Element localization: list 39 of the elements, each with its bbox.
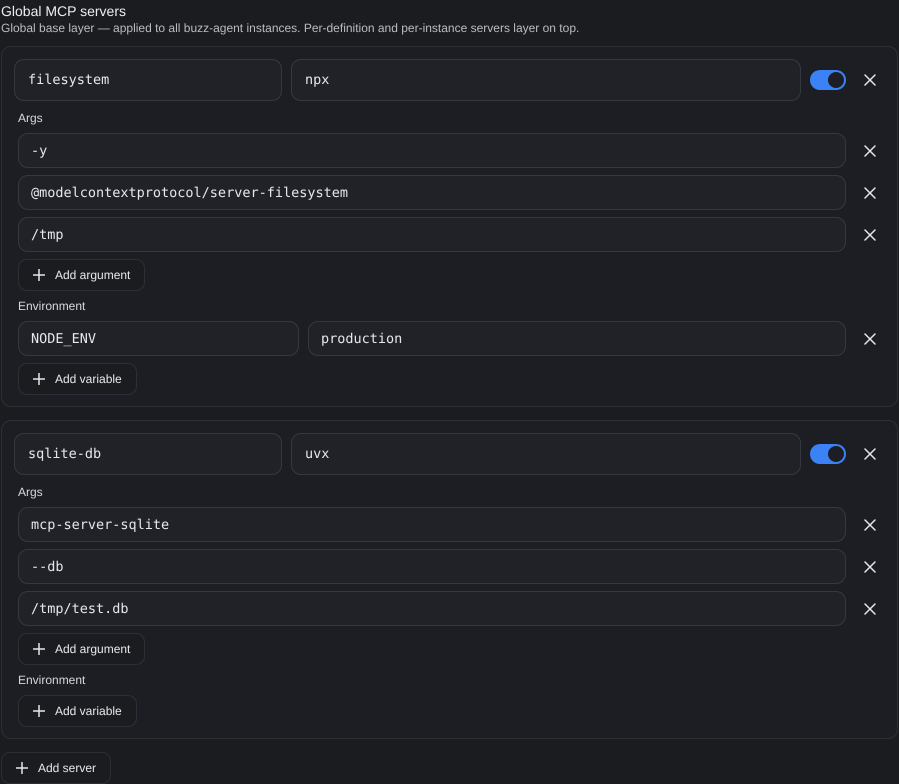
env-key-field[interactable]: NODE_ENV — [18, 321, 299, 356]
server-name-field[interactable]: sqlite-db — [14, 433, 282, 475]
command-field[interactable]: uvx — [291, 433, 801, 475]
add-server-button[interactable]: Add server — [1, 752, 112, 784]
env-value-field[interactable]: production — [308, 321, 846, 356]
add-variable-button[interactable]: Add variable — [18, 363, 137, 395]
close-icon — [864, 144, 876, 156]
close-icon — [864, 518, 876, 530]
close-icon — [864, 448, 876, 460]
plus-icon — [33, 643, 45, 655]
environment-label: Environment — [18, 672, 86, 688]
plus-icon — [33, 373, 45, 385]
args-label: Args — [18, 110, 44, 126]
argument-field[interactable]: /tmp — [18, 217, 846, 252]
argument-field[interactable]: --db — [18, 549, 846, 584]
plus-icon — [33, 269, 45, 281]
add-variable-button[interactable]: Add variable — [18, 695, 137, 727]
close-icon — [864, 332, 876, 344]
close-icon — [864, 602, 876, 614]
argument-field[interactable]: -y — [18, 133, 846, 168]
enable-toggle[interactable] — [810, 444, 846, 464]
add-argument-button[interactable]: Add argument — [18, 259, 146, 291]
args-label: Args — [18, 484, 44, 500]
section-description: Global base layer — applied to all buzz-agent instances. Per-definition and per-instance servers layer on top. — [1, 20, 580, 36]
close-icon — [864, 228, 876, 240]
argument-field[interactable]: /tmp/test.db — [18, 591, 846, 626]
environment-label: Environment — [18, 298, 86, 314]
enable-toggle[interactable] — [810, 70, 846, 90]
argument-field[interactable]: mcp-server-sqlite — [18, 507, 846, 542]
command-field[interactable]: npx — [291, 59, 801, 101]
section-title: Global MCP servers — [1, 2, 128, 20]
close-icon — [864, 74, 876, 86]
plus-icon — [33, 705, 45, 717]
argument-field[interactable]: @modelcontextprotocol/server-filesystem — [18, 175, 846, 210]
close-icon — [864, 186, 876, 198]
server-name-field[interactable]: filesystem — [14, 59, 282, 101]
plus-icon — [16, 762, 28, 774]
add-argument-button[interactable]: Add argument — [18, 633, 146, 665]
close-icon — [864, 560, 876, 572]
